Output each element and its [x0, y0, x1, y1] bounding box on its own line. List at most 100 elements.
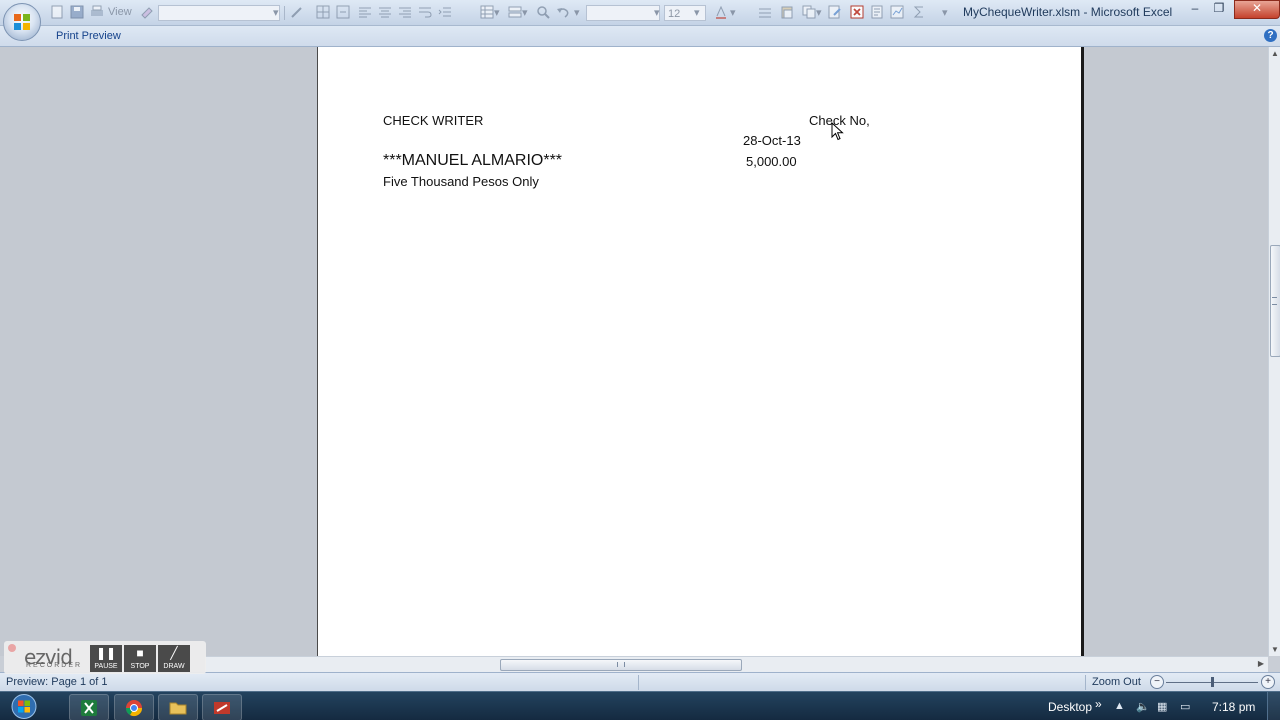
recorder-app-icon	[214, 702, 230, 714]
toolbar-separator	[284, 6, 285, 20]
paste-icon[interactable]	[780, 5, 794, 19]
zoom-out-label[interactable]: Zoom Out	[1092, 676, 1141, 688]
tab-print-preview[interactable]: Print Preview	[56, 30, 121, 42]
draw-label: DRAW	[163, 663, 185, 670]
customize-toolbar-icon[interactable]: ▾	[942, 6, 948, 19]
chrome-icon	[125, 700, 143, 717]
font-color-icon[interactable]	[714, 5, 728, 19]
page-setup-icon[interactable]	[870, 5, 884, 19]
align-center-icon[interactable]	[378, 5, 392, 19]
mouse-pointer-icon	[831, 122, 844, 141]
eraser-icon[interactable]	[140, 5, 154, 19]
ribbon: Print Preview ?	[0, 26, 1280, 47]
payee-name: ***MANUEL ALMARIO***	[383, 152, 563, 169]
align-left-icon[interactable]	[358, 5, 372, 19]
scroll-up-icon[interactable]: ▲	[1271, 49, 1279, 58]
table-format-icon[interactable]	[480, 5, 494, 19]
undo-dropdown-icon[interactable]: ▾	[574, 6, 580, 19]
copy-icon[interactable]	[802, 5, 816, 19]
preview-page[interactable]: CHECK WRITER Check No, 28-Oct-13 ***MANU…	[317, 47, 1084, 656]
undo-icon[interactable]	[556, 5, 570, 19]
save-icon[interactable]	[70, 5, 84, 19]
wrap-text-icon[interactable]	[418, 5, 432, 19]
scroll-down-icon[interactable]: ▼	[1271, 645, 1279, 654]
hscroll-grip-icon	[617, 662, 625, 667]
taskbar-recorder[interactable]	[202, 694, 242, 720]
stop-label: STOP	[130, 663, 150, 670]
pause-button[interactable]: ❚❚ PAUSE	[90, 645, 122, 672]
align-right-icon[interactable]	[398, 5, 412, 19]
stop-button[interactable]: ■ STOP	[124, 645, 156, 672]
status-separator	[1085, 675, 1086, 690]
pause-label: PAUSE	[94, 663, 118, 670]
font-size-dropdown-icon[interactable]: ▾	[694, 6, 700, 19]
show-desktop-button[interactable]	[1267, 692, 1280, 720]
zoom-minus-icon[interactable]: −	[1150, 675, 1164, 689]
amount-in-words: Five Thousand Pesos Only	[383, 174, 539, 189]
pause-icon: ❚❚	[95, 646, 117, 660]
ezvid-recorder-widget: ezvid RECORDER ❚❚ PAUSE ■ STOP ╱ DRAW	[4, 641, 206, 674]
cheque-amount: 5,000.00	[746, 154, 797, 169]
insert-rows-icon[interactable]	[758, 5, 772, 19]
excel-window: View ▾ ▾ ▾ ▾ ▾ 12 ▾ ▾ ▾ ▾ MyChequeWriter…	[0, 0, 1280, 720]
record-indicator-icon	[8, 644, 16, 652]
cheque-title: CHECK WRITER	[383, 113, 484, 128]
clock[interactable]: 7:18 pm	[1212, 700, 1255, 714]
taskbar-excel[interactable]	[69, 694, 109, 720]
font-style-box[interactable]	[586, 5, 660, 21]
close-button[interactable]: ✕	[1234, 0, 1280, 19]
font-color-dropdown-icon[interactable]: ▾	[730, 6, 736, 19]
column-width-icon[interactable]	[508, 5, 522, 19]
vertical-scrollbar[interactable]: ▲ ▼	[1268, 47, 1280, 656]
windows-start-icon[interactable]	[6, 692, 42, 720]
restore-button[interactable]: ❐	[1208, 1, 1230, 17]
cheque-date: 28-Oct-13	[743, 133, 801, 148]
draw-button[interactable]: ╱ DRAW	[158, 645, 190, 672]
merge-cells-icon[interactable]	[336, 5, 350, 19]
close-preview-icon[interactable]	[850, 5, 864, 19]
scroll-grip-icon	[1272, 297, 1277, 305]
excel-icon	[81, 700, 97, 716]
font-name-box[interactable]	[158, 5, 280, 21]
preview-page-status: Preview: Page 1 of 1	[6, 676, 108, 688]
desktop-toolbar-label[interactable]: Desktop	[1048, 700, 1092, 714]
font-size-value: 12	[668, 8, 681, 20]
window-title: MyChequeWriter.xlsm - Microsoft Excel	[963, 5, 1173, 19]
title-bar: View ▾ ▾ ▾ ▾ ▾ 12 ▾ ▾ ▾ ▾ MyChequeWriter…	[0, 0, 1280, 41]
draw-border-icon[interactable]	[290, 5, 304, 19]
view-label[interactable]: View	[108, 6, 132, 18]
minimize-button[interactable]: –	[1184, 1, 1206, 17]
edit-sheet-icon[interactable]	[828, 5, 842, 19]
toolbar-chevron-icon[interactable]: »	[1095, 697, 1102, 711]
font-style-dropdown-icon[interactable]: ▾	[654, 6, 660, 19]
folder-icon	[169, 702, 187, 715]
indent-icon[interactable]	[438, 5, 452, 19]
action-center-icon[interactable]: ▭	[1180, 700, 1190, 713]
autosum-icon[interactable]	[912, 5, 926, 19]
office-logo-icon	[14, 14, 30, 30]
horizontal-scrollbar[interactable]: ▶	[205, 656, 1268, 672]
zoom-icon[interactable]	[536, 5, 550, 19]
show-hidden-icons-icon[interactable]: ▲	[1114, 700, 1125, 712]
zoom-slider-thumb[interactable]	[1211, 677, 1214, 687]
new-document-icon[interactable]	[50, 5, 64, 19]
stop-icon: ■	[136, 646, 144, 660]
print-icon[interactable]	[90, 5, 104, 19]
status-bar: Preview: Page 1 of 1 Zoom Out − +	[0, 672, 1280, 692]
scroll-right-icon[interactable]: ▶	[1258, 659, 1264, 668]
zoom-plus-icon[interactable]: +	[1261, 675, 1275, 689]
taskbar-chrome[interactable]	[114, 694, 154, 720]
column-width-dropdown-icon[interactable]: ▾	[522, 6, 528, 19]
taskbar-explorer[interactable]	[158, 694, 198, 720]
borders-icon[interactable]	[316, 5, 330, 19]
status-separator	[638, 675, 639, 690]
table-format-dropdown-icon[interactable]: ▾	[494, 6, 500, 19]
network-icon[interactable]: ▦	[1157, 700, 1167, 713]
copy-dropdown-icon[interactable]: ▾	[816, 6, 822, 19]
print-preview-area: CHECK WRITER Check No, 28-Oct-13 ***MANU…	[0, 47, 1268, 656]
office-button[interactable]	[3, 3, 41, 41]
help-icon[interactable]: ?	[1264, 29, 1277, 42]
volume-icon[interactable]: 🔈	[1136, 700, 1150, 713]
font-name-dropdown-icon[interactable]: ▾	[273, 6, 279, 19]
chart-icon[interactable]	[890, 5, 904, 19]
